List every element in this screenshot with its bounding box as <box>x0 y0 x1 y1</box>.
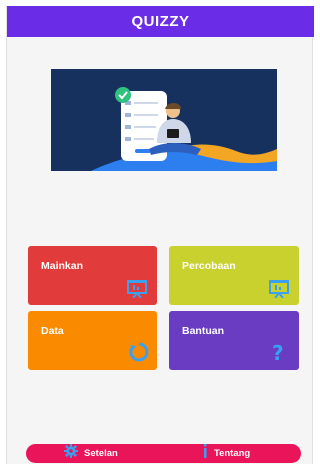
play-button[interactable]: Mainkan <box>28 246 157 305</box>
presentation-board-icon <box>127 280 147 303</box>
about-button[interactable]: Tentang <box>202 444 250 463</box>
about-label: Tentang <box>214 448 251 459</box>
hero-illustration <box>51 69 277 171</box>
question-mark-icon: ? <box>271 341 287 369</box>
app-title: QUIZZY <box>131 13 190 30</box>
practice-button[interactable]: Percobaan <box>169 246 299 305</box>
settings-button[interactable]: Setelan <box>64 444 118 463</box>
presentation-board-icon <box>269 280 289 303</box>
app-screen: QUIZZY Mainkan Percobaan Data Bantuan ? … <box>6 6 314 464</box>
data-label: Data <box>41 325 64 337</box>
help-button[interactable]: Bantuan ? <box>169 311 299 370</box>
refresh-circle-icon <box>129 342 149 367</box>
play-label: Mainkan <box>41 260 84 272</box>
settings-label: Setelan <box>84 448 118 459</box>
app-bar: QUIZZY <box>7 6 314 37</box>
bottom-nav-bar: Setelan Tentang <box>26 444 301 463</box>
quiz-illustration <box>51 69 277 171</box>
info-icon <box>202 444 208 463</box>
gear-icon <box>64 444 78 463</box>
data-button[interactable]: Data <box>28 311 157 370</box>
svg-text:?: ? <box>272 342 284 364</box>
practice-label: Percobaan <box>182 260 236 272</box>
help-label: Bantuan <box>182 325 224 337</box>
